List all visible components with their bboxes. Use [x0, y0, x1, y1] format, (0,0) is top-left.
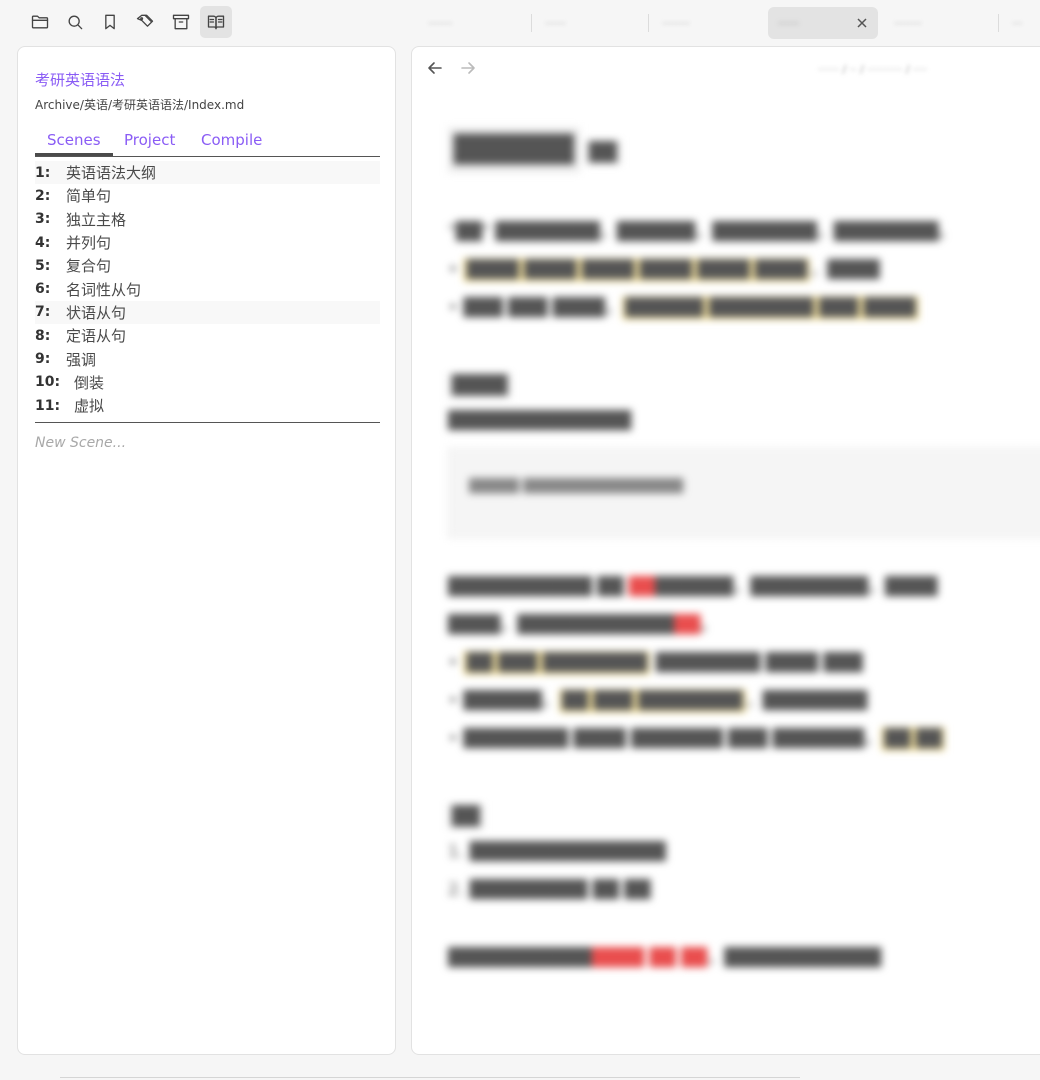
scene-name: 定语从句 [66, 327, 127, 346]
scene-number: 8: [35, 327, 51, 344]
scene-item[interactable]: 11: 虚拟 [35, 394, 380, 417]
project-tabs: Scenes Project Compile [35, 127, 380, 157]
tab-title: ··· [1012, 16, 1023, 30]
scene-name: 英语语法大纲 [66, 164, 157, 183]
scene-name: 虚拟 [74, 397, 105, 416]
tab-title: ······ [545, 16, 566, 30]
back-arrow-icon[interactable] [426, 59, 448, 81]
scene-number: 2: [35, 187, 51, 204]
scene-number: 6: [35, 281, 51, 298]
tab-title: ······· [428, 16, 453, 30]
top-ribbon: ······· ······ ········ ······ ········ … [0, 0, 1040, 44]
tab-separator [531, 14, 532, 32]
scene-item[interactable]: 2: 简单句 [35, 184, 380, 207]
project-path: Archive/英语/考研英语语法/Index.md [35, 98, 245, 112]
scene-item[interactable]: 10: 倒装 [35, 371, 380, 394]
scene-list: 1: 英语语法大纲 2: 简单句 3: 独立主格 4: 并列句 5: 复合句 6: 名词性从… [35, 161, 380, 417]
tags-icon[interactable] [129, 6, 161, 38]
scene-number: 4: [35, 234, 51, 251]
divider [35, 422, 380, 423]
scene-item[interactable]: 8: 定语从句 [35, 324, 380, 347]
scene-item[interactable]: 7: 状语从句 [35, 300, 380, 325]
book-open-icon[interactable] [200, 6, 232, 38]
scene-item[interactable]: 5: 复合句 [35, 254, 380, 277]
tab-6[interactable]: ··· [1002, 7, 1040, 39]
scene-number: 3: [35, 211, 51, 228]
scene-number: 11: [35, 397, 61, 414]
scene-item[interactable]: 6: 名词性从句 [35, 277, 380, 300]
editor-pane: ······ / ·· / ·········· / ···· ██████ █… [411, 46, 1040, 1055]
folder-icon[interactable] [24, 6, 56, 38]
scene-number: 1: [35, 164, 51, 181]
tab-1[interactable]: ······· [418, 7, 518, 39]
tab-separator [648, 14, 649, 32]
file-breadcrumb[interactable]: ······ / ·· / ·········· / ···· [818, 63, 927, 76]
scene-name: 强调 [66, 350, 97, 369]
scene-name: 状语从句 [66, 303, 127, 322]
longform-panel: 考研英语语法 Archive/英语/考研英语语法/Index.md Scenes… [17, 46, 396, 1055]
tab-scenes[interactable]: Scenes [35, 131, 113, 156]
tab-4-active[interactable]: ······ [768, 7, 878, 39]
scene-number: 10: [35, 374, 61, 391]
forward-arrow-icon[interactable] [459, 59, 481, 81]
scene-item[interactable]: 1: 英语语法大纲 [35, 161, 380, 185]
scene-name: 并列句 [66, 234, 112, 253]
blurred-document-content: ██████ ██ "██" ████████，██████，████████，… [448, 127, 1040, 977]
tab-project[interactable]: Project [124, 131, 175, 149]
scene-name: 倒装 [74, 373, 105, 392]
tab-2[interactable]: ······ [535, 7, 635, 39]
bookmark-icon[interactable] [94, 6, 126, 38]
scene-name: 简单句 [66, 187, 112, 206]
scene-number: 5: [35, 257, 51, 274]
tab-compile[interactable]: Compile [201, 131, 262, 149]
tab-title: ········ [894, 16, 922, 30]
tab-3[interactable]: ········ [652, 7, 762, 39]
tab-title: ······ [778, 16, 799, 30]
tab-title: ········ [662, 16, 690, 30]
tab-separator [998, 14, 999, 32]
close-icon[interactable] [854, 15, 870, 31]
scene-number: 9: [35, 351, 51, 368]
scene-number: 7: [35, 304, 51, 321]
new-scene-input[interactable]: New Scene... [35, 435, 126, 451]
scene-name: 独立主格 [66, 210, 127, 229]
tab-5[interactable]: ········ [884, 7, 994, 39]
scene-name: 名词性从句 [66, 280, 142, 299]
scene-name: 复合句 [66, 257, 112, 276]
scene-item[interactable]: 9: 强调 [35, 347, 380, 370]
scene-item[interactable]: 4: 并列句 [35, 231, 380, 254]
search-icon[interactable] [59, 6, 91, 38]
project-title[interactable]: 考研英语语法 [35, 69, 125, 90]
archive-icon[interactable] [165, 6, 197, 38]
status-divider [60, 1077, 800, 1078]
scene-item[interactable]: 3: 独立主格 [35, 208, 380, 231]
